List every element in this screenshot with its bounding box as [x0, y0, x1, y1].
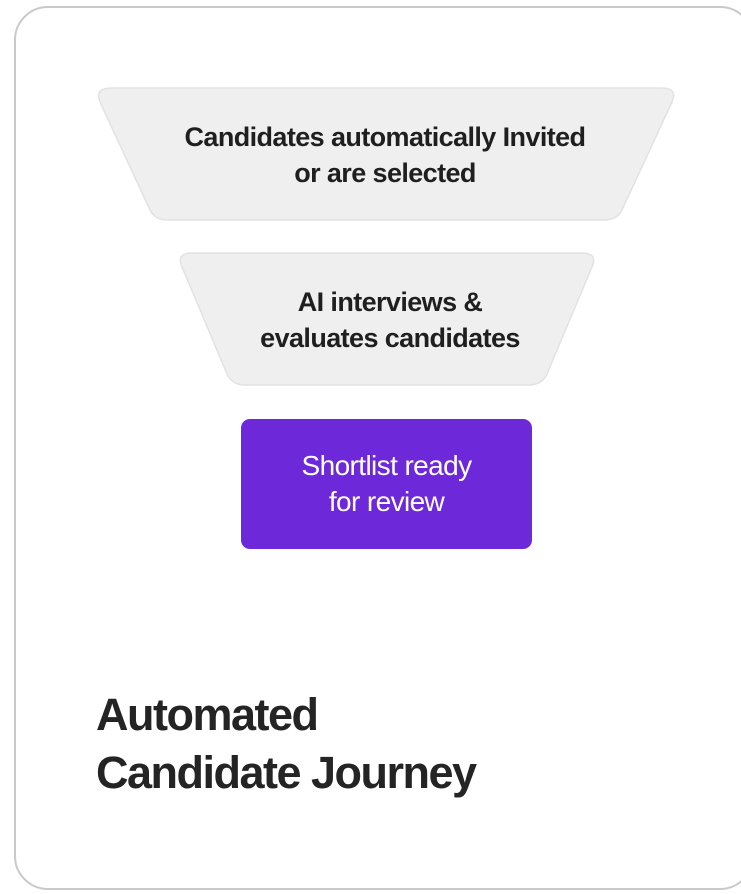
stage-1-label: Candidates automatically Invited or are … [120, 110, 650, 200]
card-title: Automated Candidate Journey [96, 686, 716, 802]
stage-3-label: Shortlist ready for review [241, 419, 532, 549]
stage-1-line-2: or are selected [294, 158, 476, 188]
stage-3-line-1: Shortlist ready [301, 450, 473, 481]
card-title-line-2: Candidate Journey [96, 747, 477, 798]
stage-2-label: AI interviews & evaluates candidates [200, 275, 580, 365]
stage-3-line-2: for review [328, 486, 445, 517]
stage-1-line-1: Candidates automatically Invited [184, 122, 587, 152]
stage-2-line-1: AI interviews & [297, 287, 483, 317]
stage-2-line-2: evaluates candidates [260, 323, 520, 353]
card-title-line-1: Automated [96, 689, 319, 740]
